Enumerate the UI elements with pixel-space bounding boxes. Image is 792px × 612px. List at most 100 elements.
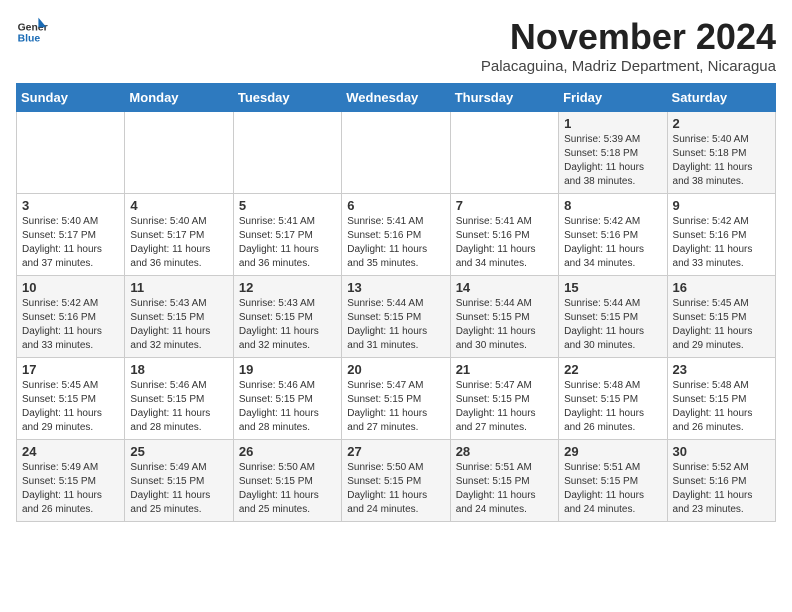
day-number: 13: [347, 280, 444, 295]
month-title: November 2024: [481, 16, 776, 58]
title-block: November 2024 Palacaguina, Madriz Depart…: [481, 16, 776, 75]
day-number: 22: [564, 362, 661, 377]
table-row: [450, 112, 558, 194]
day-info: Sunrise: 5:41 AM Sunset: 5:17 PM Dayligh…: [239, 215, 336, 271]
table-row: 29 Sunrise: 5:51 AM Sunset: 5:15 PM Dayli…: [559, 440, 667, 522]
table-row: 27 Sunrise: 5:50 AM Sunset: 5:15 PM Dayli…: [342, 440, 450, 522]
table-row: 13 Sunrise: 5:44 AM Sunset: 5:15 PM Dayli…: [342, 276, 450, 358]
svg-text:Blue: Blue: [18, 34, 41, 45]
day-number: 2: [673, 116, 770, 131]
table-row: 5 Sunrise: 5:41 AM Sunset: 5:17 PM Daylig…: [233, 194, 341, 276]
table-row: 17Sunrise: 5:45 AM Sunset: 5:15 PM Dayli…: [17, 358, 125, 440]
day-info: Sunrise: 5:46 AM Sunset: 5:15 PM Dayligh…: [130, 379, 227, 435]
table-row: 24 Sunrise: 5:49 AM Sunset: 5:15 PM Dayli…: [17, 440, 125, 522]
location-title: Palacaguina, Madriz Department, Nicaragu…: [481, 58, 776, 75]
table-row: 25Sunrise: 5:49 AM Sunset: 5:15 PM Dayli…: [125, 440, 233, 522]
day-info: Sunrise: 5:48 AM Sunset: 5:15 PM Dayligh…: [673, 379, 770, 435]
day-number: 10: [22, 280, 119, 295]
day-number: 18: [130, 362, 227, 377]
day-number: 28: [456, 444, 553, 459]
day-info: Sunrise: 5:46 AM Sunset: 5:15 PM Dayligh…: [239, 379, 336, 435]
col-thursday: Thursday: [450, 84, 558, 112]
day-info: Sunrise: 5:45 AM Sunset: 5:15 PM Dayligh…: [22, 379, 119, 435]
day-info: Sunrise: 5:43 AM Sunset: 5:15 PM Dayligh…: [239, 297, 336, 353]
day-number: 16: [673, 280, 770, 295]
table-row: 28 Sunrise: 5:51 AM Sunset: 5:15 PM Dayli…: [450, 440, 558, 522]
day-info: Sunrise: 5:42 AM Sunset: 5:16 PM Dayligh…: [22, 297, 119, 353]
table-row: 3 Sunrise: 5:40 AM Sunset: 5:17 PM Daylig…: [17, 194, 125, 276]
day-number: 20: [347, 362, 444, 377]
day-info: Sunrise: 5:48 AM Sunset: 5:15 PM Dayligh…: [564, 379, 661, 435]
table-row: [125, 112, 233, 194]
day-info: Sunrise: 5:47 AM Sunset: 5:15 PM Dayligh…: [347, 379, 444, 435]
day-info: Sunrise: 5:51 AM Sunset: 5:15 PM Dayligh…: [456, 461, 553, 517]
day-number: 4: [130, 198, 227, 213]
table-row: 15 Sunrise: 5:44 AM Sunset: 5:15 PM Dayli…: [559, 276, 667, 358]
logo: General Blue: [16, 16, 48, 48]
day-number: 27: [347, 444, 444, 459]
calendar-week-row: 10 Sunrise: 5:42 AM Sunset: 5:16 PM Dayli…: [17, 276, 776, 358]
calendar-table: Sunday Monday Tuesday Wednesday Thursday…: [16, 83, 776, 522]
day-info: Sunrise: 5:49 AM Sunset: 5:15 PM Dayligh…: [22, 461, 119, 517]
table-row: 14Sunrise: 5:44 AM Sunset: 5:15 PM Dayli…: [450, 276, 558, 358]
day-info: Sunrise: 5:47 AM Sunset: 5:15 PM Dayligh…: [456, 379, 553, 435]
col-tuesday: Tuesday: [233, 84, 341, 112]
calendar-week-row: 17Sunrise: 5:45 AM Sunset: 5:15 PM Dayli…: [17, 358, 776, 440]
table-row: 18 Sunrise: 5:46 AM Sunset: 5:15 PM Dayli…: [125, 358, 233, 440]
day-info: Sunrise: 5:40 AM Sunset: 5:17 PM Dayligh…: [22, 215, 119, 271]
day-number: 29: [564, 444, 661, 459]
day-number: 21: [456, 362, 553, 377]
day-info: Sunrise: 5:40 AM Sunset: 5:17 PM Dayligh…: [130, 215, 227, 271]
day-number: 14: [456, 280, 553, 295]
day-info: Sunrise: 5:50 AM Sunset: 5:15 PM Dayligh…: [239, 461, 336, 517]
table-row: 1 Sunrise: 5:39 AM Sunset: 5:18 PM Daylig…: [559, 112, 667, 194]
calendar-week-row: 1 Sunrise: 5:39 AM Sunset: 5:18 PM Daylig…: [17, 112, 776, 194]
table-row: 23 Sunrise: 5:48 AM Sunset: 5:15 PM Dayli…: [667, 358, 775, 440]
table-row: 20 Sunrise: 5:47 AM Sunset: 5:15 PM Dayli…: [342, 358, 450, 440]
day-info: Sunrise: 5:40 AM Sunset: 5:18 PM Dayligh…: [673, 133, 770, 189]
day-info: Sunrise: 5:41 AM Sunset: 5:16 PM Dayligh…: [347, 215, 444, 271]
logo-icon: General Blue: [16, 16, 48, 48]
table-row: 21 Sunrise: 5:47 AM Sunset: 5:15 PM Dayli…: [450, 358, 558, 440]
day-info: Sunrise: 5:44 AM Sunset: 5:15 PM Dayligh…: [347, 297, 444, 353]
day-number: 5: [239, 198, 336, 213]
day-number: 30: [673, 444, 770, 459]
table-row: 4 Sunrise: 5:40 AM Sunset: 5:17 PM Daylig…: [125, 194, 233, 276]
day-number: 9: [673, 198, 770, 213]
day-info: Sunrise: 5:45 AM Sunset: 5:15 PM Dayligh…: [673, 297, 770, 353]
day-number: 15: [564, 280, 661, 295]
table-row: 10 Sunrise: 5:42 AM Sunset: 5:16 PM Dayli…: [17, 276, 125, 358]
day-info: Sunrise: 5:39 AM Sunset: 5:18 PM Dayligh…: [564, 133, 661, 189]
col-wednesday: Wednesday: [342, 84, 450, 112]
table-row: 9 Sunrise: 5:42 AM Sunset: 5:16 PM Daylig…: [667, 194, 775, 276]
day-info: Sunrise: 5:42 AM Sunset: 5:16 PM Dayligh…: [564, 215, 661, 271]
table-row: [233, 112, 341, 194]
day-number: 12: [239, 280, 336, 295]
col-sunday: Sunday: [17, 84, 125, 112]
table-row: [342, 112, 450, 194]
day-info: Sunrise: 5:42 AM Sunset: 5:16 PM Dayligh…: [673, 215, 770, 271]
day-info: Sunrise: 5:52 AM Sunset: 5:16 PM Dayligh…: [673, 461, 770, 517]
page-header: General Blue November 2024 Palacaguina, …: [16, 16, 776, 75]
day-number: 26: [239, 444, 336, 459]
table-row: 11Sunrise: 5:43 AM Sunset: 5:15 PM Dayli…: [125, 276, 233, 358]
day-info: Sunrise: 5:43 AM Sunset: 5:15 PM Dayligh…: [130, 297, 227, 353]
day-number: 3: [22, 198, 119, 213]
col-monday: Monday: [125, 84, 233, 112]
table-row: 22 Sunrise: 5:48 AM Sunset: 5:15 PM Dayli…: [559, 358, 667, 440]
table-row: 2 Sunrise: 5:40 AM Sunset: 5:18 PM Daylig…: [667, 112, 775, 194]
day-info: Sunrise: 5:41 AM Sunset: 5:16 PM Dayligh…: [456, 215, 553, 271]
day-info: Sunrise: 5:50 AM Sunset: 5:15 PM Dayligh…: [347, 461, 444, 517]
day-number: 24: [22, 444, 119, 459]
table-row: 16 Sunrise: 5:45 AM Sunset: 5:15 PM Dayli…: [667, 276, 775, 358]
day-info: Sunrise: 5:49 AM Sunset: 5:15 PM Dayligh…: [130, 461, 227, 517]
day-info: Sunrise: 5:44 AM Sunset: 5:15 PM Dayligh…: [564, 297, 661, 353]
table-row: 12 Sunrise: 5:43 AM Sunset: 5:15 PM Dayli…: [233, 276, 341, 358]
day-info: Sunrise: 5:51 AM Sunset: 5:15 PM Dayligh…: [564, 461, 661, 517]
table-row: 6Sunrise: 5:41 AM Sunset: 5:16 PM Daylig…: [342, 194, 450, 276]
col-friday: Friday: [559, 84, 667, 112]
table-row: 7Sunrise: 5:41 AM Sunset: 5:16 PM Daylig…: [450, 194, 558, 276]
table-row: [17, 112, 125, 194]
day-number: 23: [673, 362, 770, 377]
day-number: 1: [564, 116, 661, 131]
